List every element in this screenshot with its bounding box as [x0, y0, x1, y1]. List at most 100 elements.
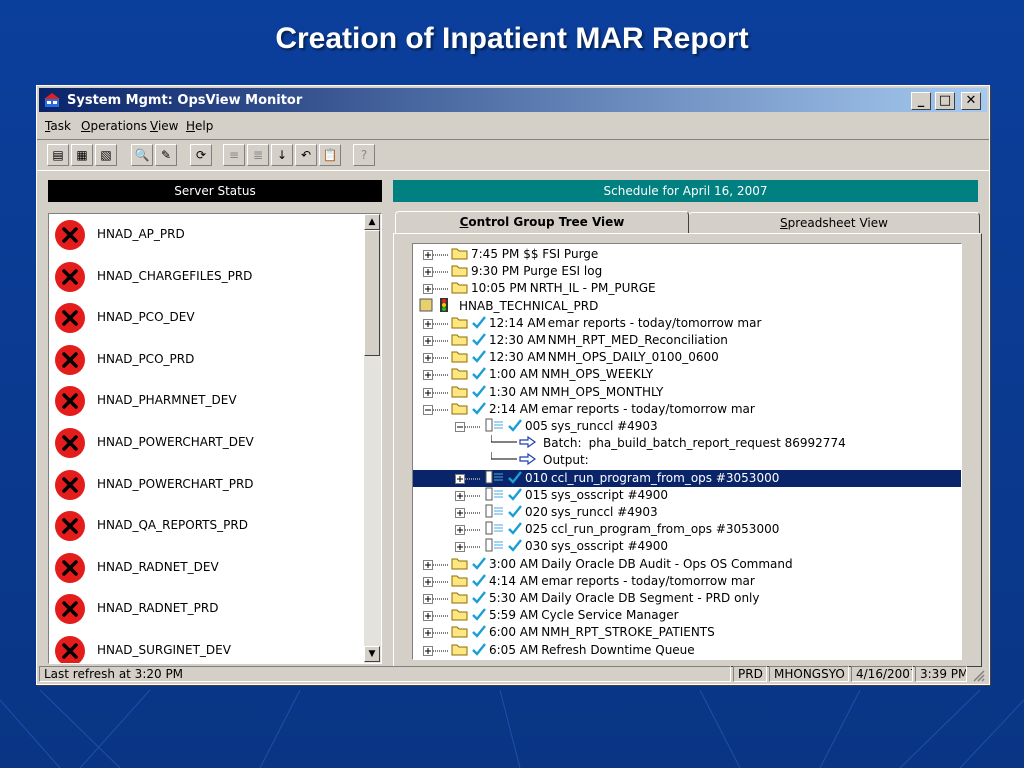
resize-grip-icon[interactable] — [971, 668, 985, 682]
expand-icon[interactable] — [423, 576, 449, 587]
tree-row[interactable]: 1:00 AM NMH_OPS_WEEKLY — [413, 366, 961, 383]
expand-icon[interactable] — [455, 490, 481, 501]
add-doc-icon[interactable]: ▦ — [71, 144, 93, 166]
tree-row[interactable]: 005 sys_runccl #4903 — [413, 418, 961, 435]
refresh-icon[interactable]: ⟳ — [190, 144, 212, 166]
expand-icon[interactable] — [423, 370, 449, 381]
tree-row[interactable]: 12:30 AM NMH_OPS_DAILY_0100_0600 — [413, 349, 961, 366]
control-group-tree[interactable]: 7:45 PM $$ FSI Purge 9:30 PM Purge ESI log 1… — [412, 243, 962, 660]
expand-icon[interactable] — [423, 628, 449, 639]
edit-icon[interactable]: ✎ — [155, 144, 177, 166]
tree-row[interactable]: 10:05 PM NRTH_IL - PM_PURGE — [413, 280, 961, 297]
server-status-list[interactable]: ▲ ▼ HNAD_AP_PRD HNAD_CHARGEFILES_PRD HNAD_… — [48, 213, 382, 664]
expand-icon[interactable] — [455, 508, 481, 518]
find-icon[interactable]: 🔍 — [131, 144, 153, 166]
menu-help[interactable]: Help — [186, 119, 213, 133]
menu-task[interactable]: Task — [45, 119, 71, 133]
server-item[interactable]: HNAD_PHARMNET_DEV — [49, 382, 363, 420]
tree-row[interactable]: 015 sys_osscript #4900 — [413, 487, 961, 504]
stack-up-icon[interactable]: ≡ — [223, 144, 245, 166]
close-button[interactable]: ✕ — [961, 92, 981, 110]
server-item[interactable]: HNAD_RADNET_PRD — [49, 590, 363, 628]
server-item[interactable]: HNAD_QA_REPORTS_PRD — [49, 507, 363, 545]
tree-row[interactable]: 12:30 AM NMH_RPT_MED_Reconciliation — [413, 332, 961, 349]
stack-down-icon[interactable]: ≣ — [247, 144, 269, 166]
menu-view[interactable]: View — [150, 119, 178, 133]
tree-row[interactable]: Output: — [413, 452, 961, 469]
window-title: System Mgmt: OpsView Monitor — [67, 93, 303, 108]
tab-spreadsheet-view[interactable]: Spreadsheet View — [688, 212, 980, 234]
error-status-icon — [55, 344, 85, 375]
collapse-icon[interactable] — [423, 404, 449, 415]
tree-row[interactable]: Batch: pha_build_batch_report_request 869… — [413, 435, 961, 452]
list-icon[interactable]: ▤ — [47, 144, 69, 166]
row-label: NRTH_IL - PM_PURGE — [529, 281, 656, 296]
tree-row[interactable]: 5:30 AM Daily Oracle DB Segment - PRD onl… — [413, 590, 961, 607]
tree-row[interactable]: 5:59 AM Cycle Service Manager — [413, 607, 961, 624]
maximize-button[interactable]: □ — [935, 92, 955, 110]
server-item[interactable]: HNAD_PCO_DEV — [49, 299, 363, 337]
tab-control-group-tree-view[interactable]: Control Group Tree View — [395, 211, 689, 233]
server-item[interactable]: HNAD_SURGINET_DEV — [49, 632, 363, 663]
tree-row[interactable]: 7:45 PM $$ FSI Purge — [413, 246, 961, 263]
expand-icon[interactable] — [423, 594, 449, 604]
help-icon[interactable]: ? — [353, 144, 375, 166]
tree-row[interactable]: HNAB_TECHNICAL_PRD — [413, 297, 961, 315]
expand-icon[interactable] — [423, 611, 449, 622]
expand-icon[interactable] — [423, 250, 449, 260]
expand-icon[interactable] — [423, 353, 449, 364]
scroll-thumb[interactable] — [961, 584, 962, 600]
tree-scrollbar[interactable]: ▲▼ — [961, 244, 962, 659]
scroll-down-button[interactable]: ▼ — [961, 642, 962, 658]
server-name: HNAD_POWERCHART_DEV — [97, 435, 254, 449]
scroll-up-button[interactable]: ▲ — [364, 214, 380, 230]
tree-row[interactable]: 030 sys_osscript #4900 — [413, 538, 961, 555]
expand-icon[interactable] — [423, 559, 449, 570]
folder-icon — [451, 644, 468, 656]
tree-row[interactable]: 2:14 AM emar reports - today/tomorrow mar — [413, 401, 961, 418]
server-item[interactable]: HNAD_RADNET_DEV — [49, 549, 363, 587]
row-time: Output: — [543, 453, 589, 468]
tree-row[interactable]: 12:14 AM emar reports - today/tomorrow ma… — [413, 315, 961, 332]
server-item[interactable]: HNAD_POWERCHART_DEV — [49, 424, 363, 462]
expand-icon[interactable] — [423, 645, 449, 656]
scroll-up-button[interactable]: ▲ — [961, 244, 962, 260]
tree-row[interactable]: 9:30 PM Purge ESI log — [413, 263, 961, 280]
tree-row[interactable]: 010 ccl_run_program_from_ops #3053000 — [413, 469, 961, 487]
server-item[interactable]: HNAD_AP_PRD — [49, 216, 363, 254]
expand-icon[interactable] — [455, 542, 481, 553]
menu-operations[interactable]: Operations — [81, 119, 147, 133]
expand-icon[interactable] — [423, 318, 449, 329]
server-item[interactable]: HNAD_POWERCHART_PRD — [49, 466, 363, 504]
server-list-scrollbar[interactable]: ▲ ▼ — [364, 214, 381, 663]
row-time: 5:59 AM — [489, 608, 539, 623]
tree-row[interactable]: 4:14 AM emar reports - today/tomorrow mar — [413, 573, 961, 590]
collapse-icon[interactable] — [455, 422, 481, 432]
expand-icon[interactable] — [423, 284, 449, 295]
expand-icon[interactable] — [423, 267, 449, 278]
server-item[interactable]: HNAD_CHARGEFILES_PRD — [49, 258, 363, 296]
opsview-window[interactable]: System Mgmt: OpsView Monitor _ □ ✕ Task … — [36, 85, 990, 685]
expand-icon[interactable] — [455, 473, 481, 484]
expand-icon[interactable] — [455, 525, 481, 536]
undo-icon[interactable]: ↶ — [295, 144, 317, 166]
minimize-button[interactable]: _ — [911, 92, 931, 110]
tree-row[interactable]: 020 sys_runccl #4903 — [413, 504, 961, 521]
remove-doc-icon[interactable]: ▧ — [95, 144, 117, 166]
check-icon — [472, 350, 486, 363]
tree-row[interactable]: 3:00 AM Daily Oracle DB Audit - Ops OS Co… — [413, 556, 961, 573]
server-item[interactable]: HNAD_PCO_PRD — [49, 341, 363, 379]
tree-row[interactable]: 6:05 AM Refresh Downtime Queue — [413, 642, 961, 659]
tree-row[interactable]: 6:00 AM NMH_RPT_STROKE_PATIENTS — [413, 624, 961, 641]
window-titlebar[interactable]: System Mgmt: OpsView Monitor _ □ ✕ — [39, 88, 987, 112]
arrow-down-icon[interactable]: ↓ — [271, 144, 293, 166]
tree-row[interactable]: 1:30 AM NMH_OPS_MONTHLY — [413, 384, 961, 401]
clipboard-icon[interactable]: 📋 — [319, 144, 341, 166]
minimize-icon: _ — [917, 93, 925, 108]
maximize-icon: □ — [938, 93, 952, 108]
expand-icon[interactable] — [423, 387, 449, 398]
tree-row[interactable]: 025 ccl_run_program_from_ops #3053000 — [413, 521, 961, 538]
expand-icon[interactable] — [423, 336, 449, 346]
scroll-down-button[interactable]: ▼ — [364, 646, 380, 662]
scroll-thumb[interactable] — [364, 230, 380, 356]
